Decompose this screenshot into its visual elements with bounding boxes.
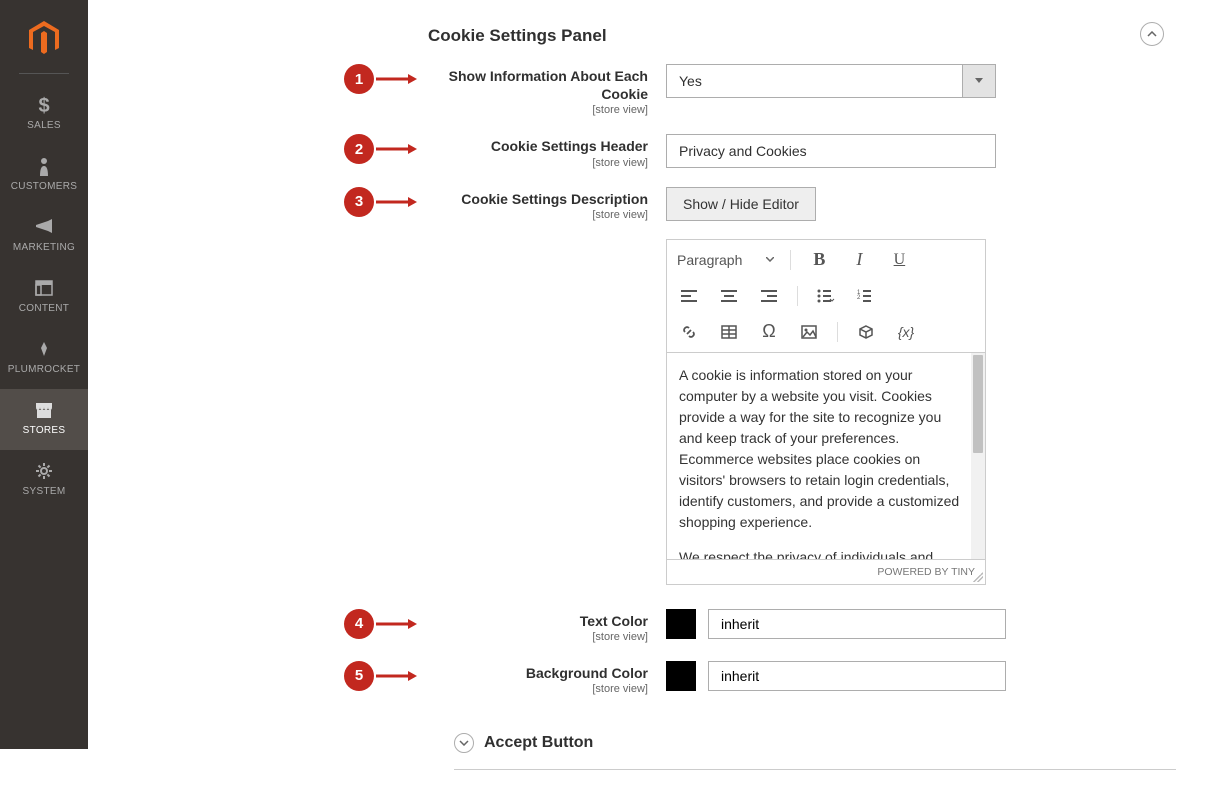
person-icon: [4, 155, 84, 177]
layout-icon: [4, 277, 84, 299]
subsection-divider: [454, 769, 1176, 770]
gear-icon: [4, 460, 84, 482]
align-center-icon[interactable]: [717, 284, 741, 308]
field-scope: [store view]: [428, 157, 648, 169]
field-label: Cookie Settings Description: [428, 190, 648, 208]
numbered-list-icon[interactable]: 12: [854, 284, 878, 308]
text-color-input[interactable]: [708, 609, 1006, 639]
image-icon[interactable]: [797, 320, 821, 344]
field-scope: [store view]: [428, 209, 648, 221]
sidebar-item-plumrocket[interactable]: PLUMROCKET: [0, 328, 88, 389]
megaphone-icon: [4, 216, 84, 238]
editor-scrollbar[interactable]: [971, 353, 985, 559]
toolbar-separator: [797, 286, 798, 306]
format-select[interactable]: Paragraph: [677, 252, 774, 268]
annotation-arrow-icon: [374, 64, 418, 94]
field-label: Text Color: [428, 612, 648, 630]
annotation-arrow-icon: [374, 609, 418, 639]
link-icon[interactable]: [677, 320, 701, 344]
field-scope: [store view]: [428, 104, 648, 116]
main-content: Cookie Settings Panel 1 Show Information…: [88, 0, 1206, 810]
sidebar-item-customers[interactable]: CUSTOMERS: [0, 145, 88, 206]
scrollbar-thumb[interactable]: [973, 355, 983, 453]
cookie-header-input[interactable]: [666, 134, 996, 168]
format-select-value: Paragraph: [677, 252, 742, 268]
show-info-select[interactable]: [666, 64, 996, 98]
collapse-section-button[interactable]: [1140, 22, 1164, 46]
annotation-badge-4: 4: [344, 609, 374, 639]
align-left-icon[interactable]: [677, 284, 701, 308]
field-scope: [store view]: [428, 631, 648, 643]
annotation-arrow-icon: [374, 134, 418, 164]
sidebar-item-label: PLUMROCKET: [4, 364, 84, 375]
annotation-badge-5: 5: [344, 661, 374, 691]
sidebar-item-stores[interactable]: STORES: [0, 389, 88, 450]
annotation-arrow-icon: [374, 661, 418, 691]
underline-icon[interactable]: U: [887, 248, 911, 272]
bold-icon[interactable]: B: [807, 248, 831, 272]
sidebar-item-sales[interactable]: $ SALES: [0, 84, 88, 145]
sidebar-item-label: MARKETING: [4, 242, 84, 253]
field-show-info: 1 Show Information About Each Cookie [st…: [118, 64, 1176, 116]
align-right-icon[interactable]: [757, 284, 781, 308]
sidebar-item-label: SYSTEM: [4, 486, 84, 497]
annotation-badge-1: 1: [344, 64, 374, 94]
section-title: Cookie Settings Panel: [118, 20, 1176, 64]
field-header: 2 Cookie Settings Header [store view]: [118, 134, 1176, 168]
field-label: Background Color: [428, 664, 648, 682]
sidebar-item-label: CUSTOMERS: [4, 181, 84, 192]
editor-toolbar: Paragraph B I U 12: [667, 240, 985, 353]
rocket-icon: [4, 338, 84, 360]
sidebar-item-content[interactable]: CONTENT: [0, 267, 88, 328]
annotation-arrow-icon: [374, 187, 418, 217]
subsection-accept-button[interactable]: Accept Button: [118, 713, 1176, 763]
field-description: 3 Cookie Settings Description [store vie…: [118, 187, 1176, 585]
field-label: Show Information About Each Cookie: [428, 67, 648, 103]
field-text-color: 4 Text Color [store view]: [118, 609, 1176, 643]
toggle-editor-button[interactable]: Show / Hide Editor: [666, 187, 816, 221]
editor-content-area[interactable]: A cookie is information stored on your c…: [667, 353, 985, 559]
svg-text:$: $: [38, 95, 49, 115]
special-char-icon[interactable]: Ω: [757, 320, 781, 344]
bg-color-input[interactable]: [708, 661, 1006, 691]
magento-logo-icon[interactable]: [24, 18, 64, 58]
annotation-badge-2: 2: [344, 134, 374, 164]
sidebar-item-label: STORES: [4, 425, 84, 436]
bg-color-swatch[interactable]: [666, 661, 696, 691]
field-bg-color: 5 Background Color [store view]: [118, 661, 1176, 695]
sidebar-divider: [19, 73, 69, 74]
wysiwyg-editor: Paragraph B I U 12: [666, 239, 986, 585]
sidebar-item-label: SALES: [4, 120, 84, 131]
svg-text:2: 2: [857, 295, 861, 301]
store-icon: [4, 399, 84, 421]
field-scope: [store view]: [428, 683, 648, 695]
editor-footer: POWERED BY TINY: [667, 559, 985, 584]
italic-icon[interactable]: I: [847, 248, 871, 272]
field-label: Cookie Settings Header: [428, 137, 648, 155]
toolbar-separator: [837, 322, 838, 342]
text-color-swatch[interactable]: [666, 609, 696, 639]
annotation-badge-3: 3: [344, 187, 374, 217]
subsection-title: Accept Button: [484, 734, 593, 752]
sidebar-item-system[interactable]: SYSTEM: [0, 450, 88, 511]
toolbar-separator: [790, 250, 791, 270]
dollar-icon: $: [4, 94, 84, 116]
table-icon[interactable]: [717, 320, 741, 344]
sidebar-item-marketing[interactable]: MARKETING: [0, 206, 88, 267]
editor-paragraph: We respect the privacy of individuals an…: [679, 547, 967, 559]
chevron-down-icon: [454, 733, 474, 753]
editor-paragraph: A cookie is information stored on your c…: [679, 365, 967, 533]
sidebar-item-label: CONTENT: [4, 303, 84, 314]
widget-icon[interactable]: [854, 320, 878, 344]
admin-sidebar: $ SALES CUSTOMERS MARKETING CONTENT PLUM…: [0, 0, 88, 749]
variable-icon[interactable]: {x}: [894, 320, 918, 344]
bullet-list-icon[interactable]: [814, 284, 838, 308]
